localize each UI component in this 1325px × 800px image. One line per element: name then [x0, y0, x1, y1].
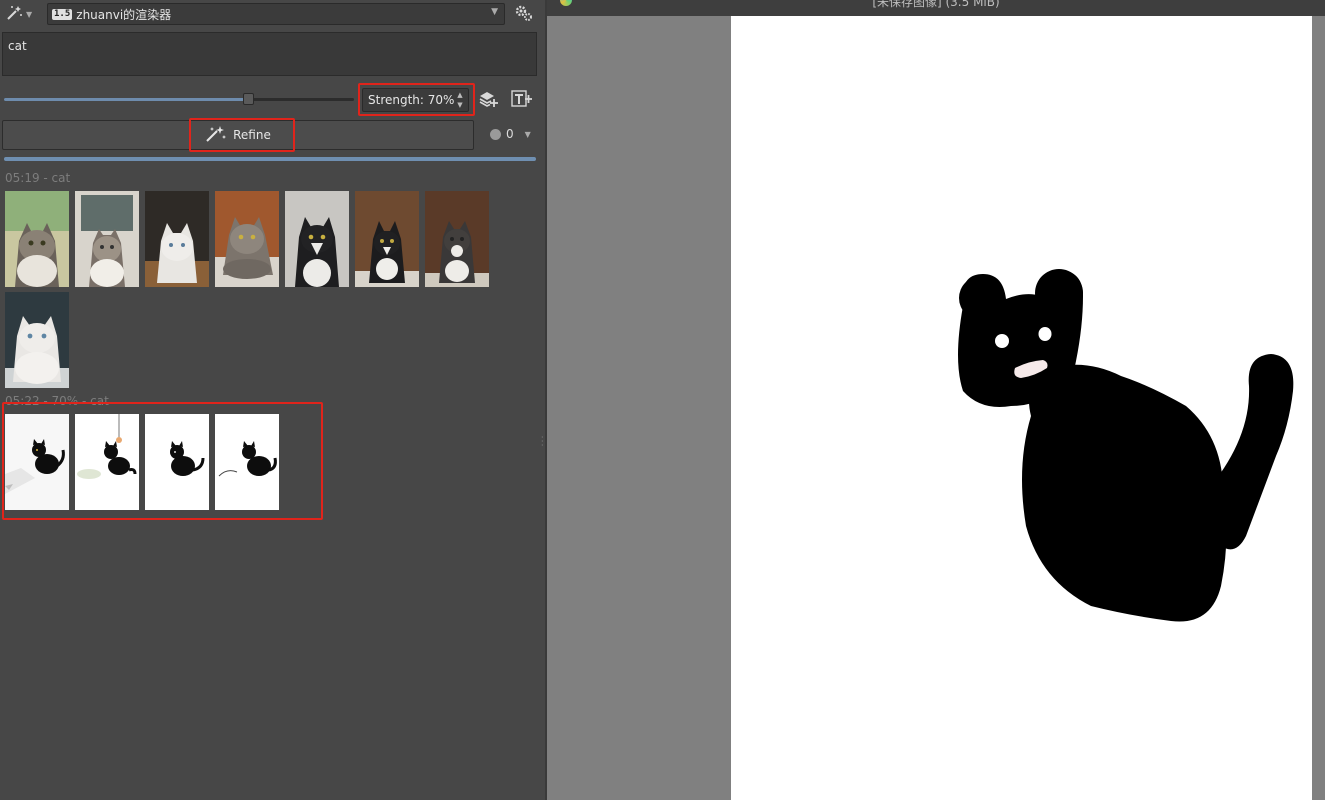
gears-icon: [514, 5, 534, 25]
strength-slider[interactable]: [4, 93, 354, 105]
history-image[interactable]: [425, 191, 489, 287]
add-control-layer-button[interactable]: [478, 89, 500, 111]
splitter-handle[interactable]: · · ·: [541, 434, 545, 450]
model-name: zhuanvi的渲染器: [76, 7, 172, 22]
model-version-badge: 1.5: [52, 8, 73, 20]
progress-bar: [4, 157, 536, 161]
history-image[interactable]: [285, 191, 349, 287]
history-image[interactable]: [75, 191, 139, 287]
generate-mode-button[interactable]: ▼: [4, 4, 40, 24]
highlight-refine: [189, 118, 295, 152]
history-group-title: 05:19 - cat: [5, 171, 71, 185]
canvas-document[interactable]: [731, 16, 1312, 800]
settings-button[interactable]: [514, 4, 534, 24]
history-image[interactable]: [215, 191, 279, 287]
history-image[interactable]: [5, 292, 69, 388]
strength-slider-handle[interactable]: [243, 93, 254, 105]
history-image[interactable]: [145, 191, 209, 287]
highlight-strength: [358, 83, 475, 116]
queue-button[interactable]: 0 ▼: [490, 127, 531, 141]
chevron-down-icon: ▼: [26, 9, 33, 19]
history-image[interactable]: [5, 191, 69, 287]
document-titlebar: [未保存图像] (3.5 MiB): [547, 0, 1325, 16]
highlight-refined-results: [2, 402, 323, 520]
history-image[interactable]: [355, 191, 419, 287]
cat-drawing: [958, 269, 1294, 622]
document-title: [未保存图像] (3.5 MiB): [872, 0, 1000, 9]
chevron-down-icon: ▼: [491, 7, 498, 17]
queue-count: 0: [506, 127, 514, 141]
strength-slider-fill: [4, 98, 249, 101]
add-region-text-button[interactable]: [511, 89, 533, 111]
prompt-input[interactable]: cat: [2, 32, 537, 76]
text-add-icon: [511, 89, 533, 111]
chevron-down-icon: ▼: [524, 129, 531, 139]
ai-image-docker: ▼ 1.5 zhuanvi的渲染器 ▼ cat Strength: 70% ▲ …: [0, 0, 545, 800]
magic-wand-icon: [6, 5, 24, 24]
queue-status-icon: [490, 128, 501, 140]
model-style-select[interactable]: 1.5 zhuanvi的渲染器 ▼: [47, 3, 505, 25]
layers-add-icon: [479, 90, 499, 111]
